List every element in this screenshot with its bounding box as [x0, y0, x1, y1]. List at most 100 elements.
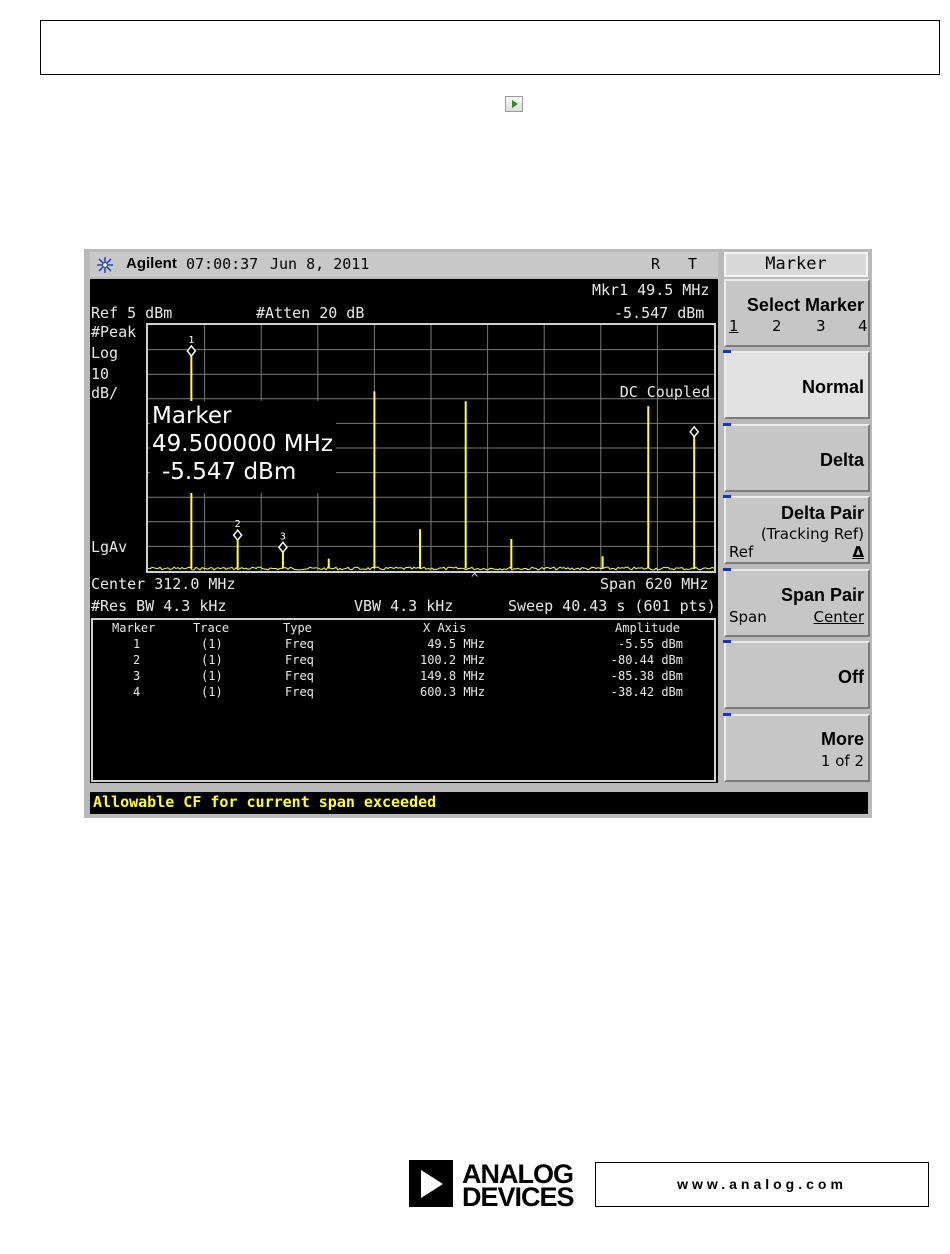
marker-option-4[interactable]: 4 — [858, 317, 868, 335]
table-cell-x-axis: 49.5 MHz — [427, 637, 485, 651]
logo-text-devices: DEVICES — [462, 1182, 575, 1212]
softkey-label: Normal — [801, 377, 864, 397]
table-cell-x-axis: 600.3 MHz — [419, 685, 485, 699]
scale-value-label: 10 — [91, 365, 110, 383]
span-pair-softkey[interactable]: Span Pair Span Center — [723, 568, 870, 637]
table-cell-amplitude: -85.38 dBm — [610, 669, 683, 683]
remote-indicator: R — [651, 255, 661, 273]
softkey-label: Select Marker — [746, 295, 864, 315]
ref-option[interactable]: Ref — [729, 543, 753, 561]
analyzer-screen: Agilent 07:00:37 Jun 8, 2011 R T Mkr1 49… — [84, 249, 872, 818]
table-cell-amplitude: -38.42 dBm — [610, 685, 683, 699]
marker-option-1[interactable]: 1 — [729, 317, 739, 335]
spectrum-svg: 1 2 3 DC Coupled Marker49.500000 MHz-5.547 d… — [148, 325, 714, 571]
delta-softkey[interactable]: Delta — [723, 423, 870, 492]
page-indicator: 1 of 2 — [820, 752, 864, 770]
table-cell-marker: 1 — [133, 637, 141, 651]
marker-number-label: 1 — [188, 335, 194, 346]
delta-pair-softkey[interactable]: Delta Pair (Tracking Ref) Ref Δ — [723, 495, 870, 564]
softkey-label: Delta Pair — [780, 503, 864, 523]
delta-option[interactable]: Δ — [852, 543, 864, 561]
table-header-marker: Marker — [112, 621, 156, 635]
table-cell-trace: (1) — [201, 669, 223, 683]
table-cell-marker: 2 — [133, 653, 141, 667]
softkey-indicator — [723, 640, 731, 643]
table-cell-marker: 3 — [133, 669, 141, 683]
table-cell-trace: (1) — [201, 653, 223, 667]
marker-diamond-icon — [232, 528, 243, 542]
marker-diamond-icon — [186, 344, 197, 358]
status-bar: Agilent 07:00:37 Jun 8, 2011 R T — [90, 252, 718, 277]
more-softkey[interactable]: More 1 of 2 — [723, 713, 870, 782]
marker-option-3[interactable]: 3 — [816, 317, 826, 335]
center-option[interactable]: Center — [814, 608, 865, 626]
center-freq-label: Center 312.0 MHz — [91, 575, 236, 593]
marker-option-2[interactable]: 2 — [772, 317, 782, 335]
table-cell-amplitude: -5.55 dBm — [617, 637, 683, 651]
softkey-label: More — [820, 729, 864, 749]
select-marker-softkey[interactable]: Select Marker 1 2 3 4 — [724, 279, 870, 347]
status-message: Allowable CF for current span exceeded — [93, 793, 437, 811]
table-cell-amplitude: -80.44 dBm — [610, 653, 683, 667]
date-readout: Jun 8, 2011 — [270, 255, 370, 273]
softkey-indicator — [723, 350, 731, 353]
brand-label: Agilent — [126, 255, 177, 272]
marker-overlay-line: Marker — [152, 403, 232, 429]
ref-level-label: Ref 5 dBm — [91, 304, 173, 322]
table-cell-x-axis: 100.2 MHz — [419, 653, 485, 667]
marker-table: Marker Trace Type X Axis Amplitude 1 (1)… — [91, 618, 716, 782]
detector-label: #Peak — [91, 323, 137, 341]
softkey-label: Delta — [819, 450, 864, 470]
off-softkey[interactable]: Off — [723, 640, 870, 709]
res-bw-label: #Res BW 4.3 kHz — [91, 597, 227, 615]
marker-overlay-line: 49.500000 MHz — [152, 431, 333, 457]
logo-triangle-icon — [421, 1170, 443, 1198]
coupling-label: DC Coupled — [620, 383, 710, 401]
table-header-type: Type — [283, 621, 312, 635]
scale-type-label: Log — [91, 344, 119, 362]
marker-diamond-icon — [277, 541, 288, 554]
span-option[interactable]: Span — [729, 608, 767, 626]
table-cell-x-axis: 149.8 MHz — [419, 669, 485, 683]
softkey-indicator — [723, 713, 731, 716]
table-header-amplitude: Amplitude — [615, 621, 681, 635]
trigger-indicator: T — [688, 255, 698, 273]
message-bar: Allowable CF for current span exceeded — [90, 792, 868, 814]
marker-number-label: 2 — [235, 519, 241, 530]
menu-title: Marker — [724, 252, 868, 277]
table-cell-type: Freq — [285, 637, 314, 651]
marker-diamond-icon — [689, 425, 700, 439]
marker-readout-amp: -5.547 dBm — [614, 304, 705, 322]
table-header-trace: Trace — [193, 621, 230, 635]
header-box — [40, 20, 940, 75]
table-cell-trace: (1) — [201, 637, 223, 651]
marker-overlay-line: -5.547 dBm — [162, 459, 296, 485]
softkey-indicator — [723, 495, 731, 498]
softkey-indicator — [723, 568, 731, 571]
softkey-label: Off — [838, 667, 864, 687]
play-button[interactable] — [505, 96, 523, 112]
table-cell-type: Freq — [285, 653, 314, 667]
table-cell-type: Freq — [285, 669, 314, 683]
play-icon — [512, 100, 518, 108]
average-type-label: LgAv — [91, 538, 128, 556]
marker-readout-freq: Mkr1 49.5 MHz — [592, 281, 710, 299]
vbw-label: VBW 4.3 kHz — [354, 597, 454, 615]
center-caret: ^ — [471, 571, 479, 585]
softkey-indicator — [723, 423, 731, 426]
agilent-spark-icon — [97, 257, 113, 273]
spectrum-plot[interactable]: 1 2 3 DC Coupled Marker 49.500000 MHz -5.547 d… — [146, 323, 716, 573]
table-cell-marker: 4 — [133, 685, 141, 699]
softkey-label: Span Pair — [780, 585, 864, 605]
attenuation-label: #Atten 20 dB — [256, 304, 365, 322]
softkey-sublabel: (Tracking Ref) — [760, 525, 864, 543]
scale-unit-label: dB/ — [91, 384, 119, 402]
marker-number-label: 3 — [280, 531, 286, 542]
span-label: Span 620 MHz — [600, 575, 709, 593]
analog-devices-logo — [409, 1160, 453, 1207]
table-header-x-axis: X Axis — [423, 621, 467, 635]
table-cell-type: Freq — [285, 685, 314, 699]
normal-softkey[interactable]: Normal — [723, 350, 870, 419]
website-link[interactable]: www.analog.com — [595, 1162, 929, 1207]
time-readout: 07:00:37 — [186, 255, 259, 273]
